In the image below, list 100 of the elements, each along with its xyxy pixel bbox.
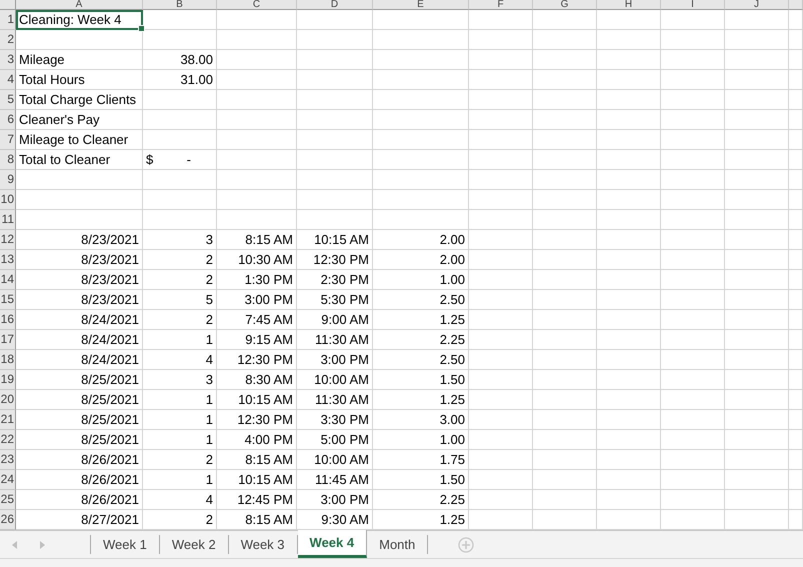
table-cell[interactable]: 10:15 AM	[217, 470, 297, 490]
empty-cell[interactable]	[725, 370, 789, 390]
table-cell[interactable]: 2.00	[373, 250, 469, 270]
empty-cell[interactable]	[789, 450, 803, 470]
empty-cell[interactable]	[373, 90, 469, 110]
empty-cell[interactable]	[789, 230, 803, 250]
empty-cell[interactable]	[725, 30, 789, 50]
empty-cell[interactable]	[533, 30, 597, 50]
row-header[interactable]: 1	[0, 10, 16, 30]
empty-cell[interactable]	[725, 410, 789, 430]
sheet-tab[interactable]: Week 1	[91, 535, 160, 554]
table-cell[interactable]: 8/26/2021	[16, 490, 143, 510]
table-cell[interactable]: 1.00	[373, 430, 469, 450]
empty-cell[interactable]	[373, 210, 469, 230]
empty-cell[interactable]	[725, 290, 789, 310]
row-header[interactable]: 12	[0, 230, 16, 250]
table-cell[interactable]: 3:30 PM	[297, 410, 373, 430]
table-cell[interactable]: 8/23/2021	[16, 250, 143, 270]
empty-cell[interactable]	[469, 410, 533, 430]
empty-cell[interactable]	[533, 370, 597, 390]
empty-cell[interactable]	[789, 350, 803, 370]
empty-cell[interactable]	[789, 170, 803, 190]
table-cell[interactable]: 10:15 AM	[297, 230, 373, 250]
table-cell[interactable]: 8:15 AM	[217, 450, 297, 470]
table-cell[interactable]: 2.50	[373, 290, 469, 310]
table-cell[interactable]: 1	[143, 410, 217, 430]
empty-cell[interactable]	[533, 170, 597, 190]
row-header[interactable]: 5	[0, 90, 16, 110]
empty-cell[interactable]	[725, 270, 789, 290]
empty-cell[interactable]	[597, 210, 661, 230]
table-cell[interactable]: 3:00 PM	[297, 490, 373, 510]
empty-cell[interactable]	[725, 310, 789, 330]
empty-cell[interactable]	[217, 110, 297, 130]
empty-cell[interactable]	[597, 410, 661, 430]
empty-cell[interactable]	[143, 110, 217, 130]
table-cell[interactable]: 8/25/2021	[16, 410, 143, 430]
table-cell[interactable]: 12:30 PM	[297, 250, 373, 270]
table-cell[interactable]: 12:30 PM	[217, 410, 297, 430]
empty-cell[interactable]	[661, 270, 725, 290]
empty-cell[interactable]	[597, 490, 661, 510]
empty-cell[interactable]	[725, 430, 789, 450]
empty-cell[interactable]	[597, 350, 661, 370]
table-cell[interactable]: 4	[143, 350, 217, 370]
empty-cell[interactable]	[789, 150, 803, 170]
empty-cell[interactable]	[661, 330, 725, 350]
empty-cell[interactable]	[725, 210, 789, 230]
table-cell[interactable]: 8/25/2021	[16, 370, 143, 390]
column-header[interactable]: F	[469, 0, 533, 10]
table-cell[interactable]: 2	[143, 450, 217, 470]
row-header[interactable]: 23	[0, 450, 16, 470]
table-cell[interactable]: 1.50	[373, 370, 469, 390]
empty-cell[interactable]	[297, 210, 373, 230]
empty-cell[interactable]	[725, 90, 789, 110]
empty-cell[interactable]	[217, 30, 297, 50]
empty-cell[interactable]	[373, 150, 469, 170]
empty-cell[interactable]	[469, 330, 533, 350]
column-header[interactable]: E	[373, 0, 469, 10]
empty-cell[interactable]	[373, 130, 469, 150]
empty-cell[interactable]	[661, 310, 725, 330]
empty-cell[interactable]	[143, 10, 217, 30]
empty-cell[interactable]	[661, 290, 725, 310]
empty-cell[interactable]	[297, 30, 373, 50]
empty-cell[interactable]	[297, 90, 373, 110]
table-cell[interactable]: 1	[143, 470, 217, 490]
column-header[interactable]: I	[661, 0, 725, 10]
empty-cell[interactable]	[789, 110, 803, 130]
empty-cell[interactable]	[469, 470, 533, 490]
table-cell[interactable]: 1	[143, 430, 217, 450]
empty-cell[interactable]	[469, 230, 533, 250]
empty-cell[interactable]	[725, 110, 789, 130]
empty-cell[interactable]	[533, 310, 597, 330]
empty-cell[interactable]	[373, 70, 469, 90]
empty-cell[interactable]	[373, 170, 469, 190]
selected-cell[interactable]: Cleaning: Week 4	[16, 10, 143, 30]
column-header[interactable]: D	[297, 0, 373, 10]
table-cell[interactable]: 8/25/2021	[16, 430, 143, 450]
row-header[interactable]: 16	[0, 310, 16, 330]
empty-cell[interactable]	[533, 290, 597, 310]
empty-cell[interactable]	[661, 450, 725, 470]
column-header[interactable]: J	[725, 0, 789, 10]
table-cell[interactable]: 8/26/2021	[16, 470, 143, 490]
table-cell[interactable]: 9:15 AM	[217, 330, 297, 350]
empty-cell[interactable]	[469, 350, 533, 370]
table-cell[interactable]: 10:00 AM	[297, 370, 373, 390]
table-cell[interactable]: 8/24/2021	[16, 330, 143, 350]
table-cell[interactable]: 5:30 PM	[297, 290, 373, 310]
select-all-corner[interactable]	[0, 0, 16, 10]
empty-cell[interactable]	[661, 110, 725, 130]
empty-cell[interactable]	[373, 110, 469, 130]
empty-cell[interactable]	[725, 70, 789, 90]
empty-cell[interactable]	[217, 90, 297, 110]
empty-cell[interactable]	[597, 70, 661, 90]
column-header[interactable]: B	[143, 0, 217, 10]
empty-cell[interactable]	[373, 30, 469, 50]
empty-cell[interactable]	[533, 110, 597, 130]
empty-cell[interactable]	[597, 310, 661, 330]
empty-cell[interactable]	[373, 190, 469, 210]
empty-cell[interactable]	[297, 110, 373, 130]
empty-cell[interactable]	[533, 430, 597, 450]
empty-cell[interactable]	[297, 130, 373, 150]
